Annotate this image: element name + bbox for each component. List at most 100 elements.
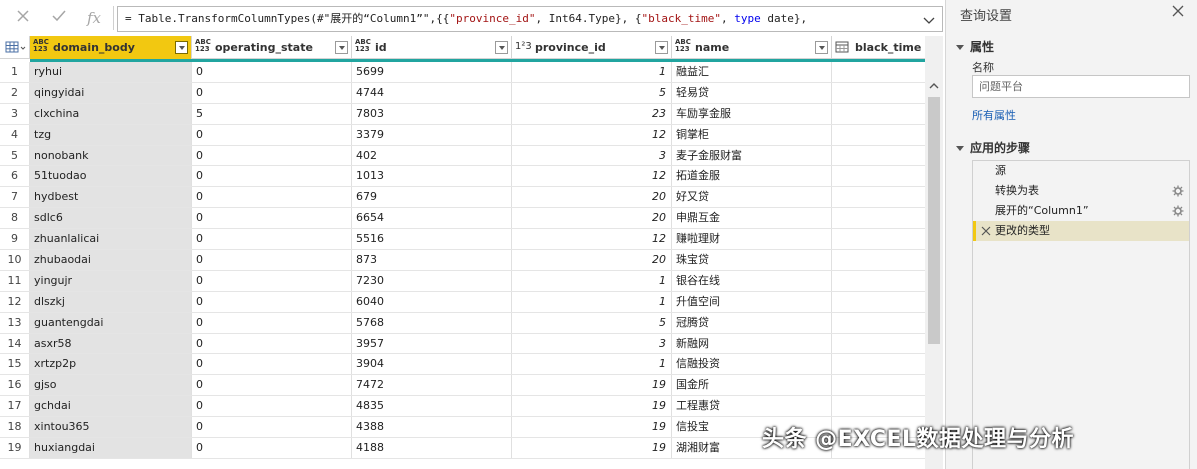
cell-id[interactable]: 4744 bbox=[352, 82, 512, 103]
delete-step-icon[interactable] bbox=[981, 221, 991, 247]
row-number[interactable]: 3 bbox=[0, 103, 30, 124]
cell-domain_body[interactable]: qingyidai bbox=[30, 82, 192, 103]
cell-id[interactable]: 5699 bbox=[352, 62, 512, 82]
scrollbar-thumb[interactable] bbox=[928, 97, 940, 344]
cell-operating_state[interactable]: 0 bbox=[192, 166, 352, 187]
cell-domain_body[interactable]: dlszkj bbox=[30, 291, 192, 312]
cell-domain_body[interactable]: xintou365 bbox=[30, 417, 192, 438]
cell-black_time[interactable] bbox=[832, 146, 925, 166]
row-number[interactable]: 5 bbox=[0, 145, 30, 166]
row-number[interactable]: 12 bbox=[0, 291, 30, 312]
cell-operating_state[interactable]: 0 bbox=[192, 417, 352, 438]
gear-icon[interactable] bbox=[1172, 205, 1184, 217]
table-row[interactable]: 2 qingyidai 0 4744 5 轻易贷 bbox=[0, 82, 925, 104]
row-number[interactable]: 15 bbox=[0, 354, 30, 375]
cell-id[interactable]: 6040 bbox=[352, 291, 512, 312]
cell-province_id[interactable]: 1 bbox=[512, 291, 672, 312]
table-row[interactable]: 3 clxchina 5 7803 23 车励享金服 bbox=[0, 103, 925, 125]
cell-id[interactable]: 3957 bbox=[352, 333, 512, 354]
cell-name[interactable]: 车励享金服 bbox=[672, 103, 832, 124]
query-name-input[interactable]: 问题平台 bbox=[972, 75, 1190, 98]
cell-name[interactable]: 工程惠贷 bbox=[672, 396, 832, 417]
cell-black_time[interactable] bbox=[832, 292, 925, 312]
properties-section-toggle[interactable]: 属性 bbox=[956, 38, 994, 55]
cell-black_time[interactable] bbox=[832, 334, 925, 354]
table-row[interactable]: 1 ryhui 0 5699 1 融益汇 bbox=[0, 62, 925, 83]
cell-domain_body[interactable]: xrtzp2p bbox=[30, 354, 192, 375]
cell-province_id[interactable]: 23 bbox=[512, 103, 672, 124]
cell-province_id[interactable]: 20 bbox=[512, 187, 672, 208]
cell-operating_state[interactable]: 0 bbox=[192, 229, 352, 250]
cell-id[interactable]: 4188 bbox=[352, 438, 512, 458]
cell-province_id[interactable]: 1 bbox=[512, 270, 672, 291]
cell-black_time[interactable] bbox=[832, 313, 925, 333]
cell-black_time[interactable] bbox=[832, 208, 925, 228]
check-icon[interactable] bbox=[48, 8, 70, 28]
chevron-down-icon[interactable] bbox=[335, 41, 348, 54]
applied-steps-section-toggle[interactable]: 应用的步骤 bbox=[956, 139, 1030, 156]
cell-id[interactable]: 402 bbox=[352, 145, 512, 166]
cell-operating_state[interactable]: 0 bbox=[192, 270, 352, 291]
row-number[interactable]: 19 bbox=[0, 438, 30, 458]
table-row[interactable]: 5 nonobank 0 402 3 麦子金服财富 bbox=[0, 145, 925, 167]
cell-operating_state[interactable]: 0 bbox=[192, 208, 352, 229]
cell-operating_state[interactable]: 0 bbox=[192, 333, 352, 354]
column-header-id[interactable]: ABC 123 id bbox=[352, 36, 512, 59]
cell-province_id[interactable]: 1 bbox=[512, 62, 672, 82]
cell-name[interactable]: 轻易贷 bbox=[672, 82, 832, 103]
column-header-operating_state[interactable]: ABC 123 operating_state bbox=[192, 36, 352, 59]
cell-name[interactable]: 信融投资 bbox=[672, 354, 832, 375]
cell-domain_body[interactable]: ryhui bbox=[30, 62, 192, 82]
cell-domain_body[interactable]: zhuanlalicai bbox=[30, 229, 192, 250]
cell-black_time[interactable] bbox=[832, 396, 925, 416]
cell-id[interactable]: 873 bbox=[352, 250, 512, 270]
table-row[interactable]: 6 51tuodao 0 1013 12 拓道金服 bbox=[0, 166, 925, 188]
cell-black_time[interactable] bbox=[832, 104, 925, 124]
cell-operating_state[interactable]: 0 bbox=[192, 291, 352, 312]
table-row[interactable]: 17 gchdai 0 4835 19 工程惠贷 bbox=[0, 396, 925, 418]
close-icon[interactable] bbox=[1172, 5, 1184, 20]
cell-domain_body[interactable]: sdlc6 bbox=[30, 208, 192, 229]
table-row[interactable]: 9 zhuanlalicai 0 5516 12 赚啦理财 bbox=[0, 229, 925, 251]
cell-id[interactable]: 1013 bbox=[352, 166, 512, 187]
chevron-down-icon[interactable] bbox=[655, 41, 668, 54]
cell-name[interactable]: 麦子金服财富 bbox=[672, 145, 832, 166]
cell-operating_state[interactable]: 0 bbox=[192, 62, 352, 82]
cell-name[interactable]: 升值空间 bbox=[672, 291, 832, 312]
cell-id[interactable]: 6654 bbox=[352, 208, 512, 229]
column-header-domain_body[interactable]: ABC 123 domain_body bbox=[30, 36, 192, 59]
step-source[interactable]: 源 bbox=[973, 161, 1189, 181]
cell-name[interactable]: 珠宝贷 bbox=[672, 250, 832, 270]
cell-domain_body[interactable]: hydbest bbox=[30, 187, 192, 208]
cell-province_id[interactable]: 20 bbox=[512, 250, 672, 270]
cell-domain_body[interactable]: gjso bbox=[30, 375, 192, 396]
cell-id[interactable]: 7230 bbox=[352, 270, 512, 291]
cell-id[interactable]: 7472 bbox=[352, 375, 512, 396]
cell-domain_body[interactable]: clxchina bbox=[30, 103, 192, 124]
table-row[interactable]: 10 zhubaodai 0 873 20 珠宝贷 bbox=[0, 250, 925, 271]
table-row[interactable]: 11 yingujr 0 7230 1 银谷在线 bbox=[0, 270, 925, 292]
cell-domain_body[interactable]: huxiangdai bbox=[30, 438, 192, 458]
row-number[interactable]: 4 bbox=[0, 124, 30, 145]
cell-province_id[interactable]: 12 bbox=[512, 229, 672, 250]
cell-black_time[interactable] bbox=[832, 187, 925, 207]
cell-operating_state[interactable]: 0 bbox=[192, 82, 352, 103]
all-properties-link[interactable]: 所有属性 bbox=[972, 107, 1016, 123]
cell-province_id[interactable]: 12 bbox=[512, 166, 672, 187]
cell-name[interactable]: 融益汇 bbox=[672, 62, 832, 82]
cell-name[interactable]: 好又贷 bbox=[672, 187, 832, 208]
cell-black_time[interactable] bbox=[832, 250, 925, 270]
close-icon[interactable] bbox=[12, 8, 34, 28]
cell-id[interactable]: 7803 bbox=[352, 103, 512, 124]
cell-name[interactable]: 拓道金服 bbox=[672, 166, 832, 187]
cell-id[interactable]: 679 bbox=[352, 187, 512, 208]
cell-id[interactable]: 3904 bbox=[352, 354, 512, 375]
row-number[interactable]: 11 bbox=[0, 270, 30, 291]
row-number[interactable]: 1 bbox=[0, 62, 30, 82]
cell-operating_state[interactable]: 0 bbox=[192, 438, 352, 458]
table-row[interactable]: 15 xrtzp2p 0 3904 1 信融投资 bbox=[0, 354, 925, 376]
cell-id[interactable]: 5516 bbox=[352, 229, 512, 250]
cell-id[interactable]: 4835 bbox=[352, 396, 512, 417]
row-number[interactable]: 14 bbox=[0, 333, 30, 354]
table-row[interactable]: 8 sdlc6 0 6654 20 申鼎互金 bbox=[0, 208, 925, 230]
